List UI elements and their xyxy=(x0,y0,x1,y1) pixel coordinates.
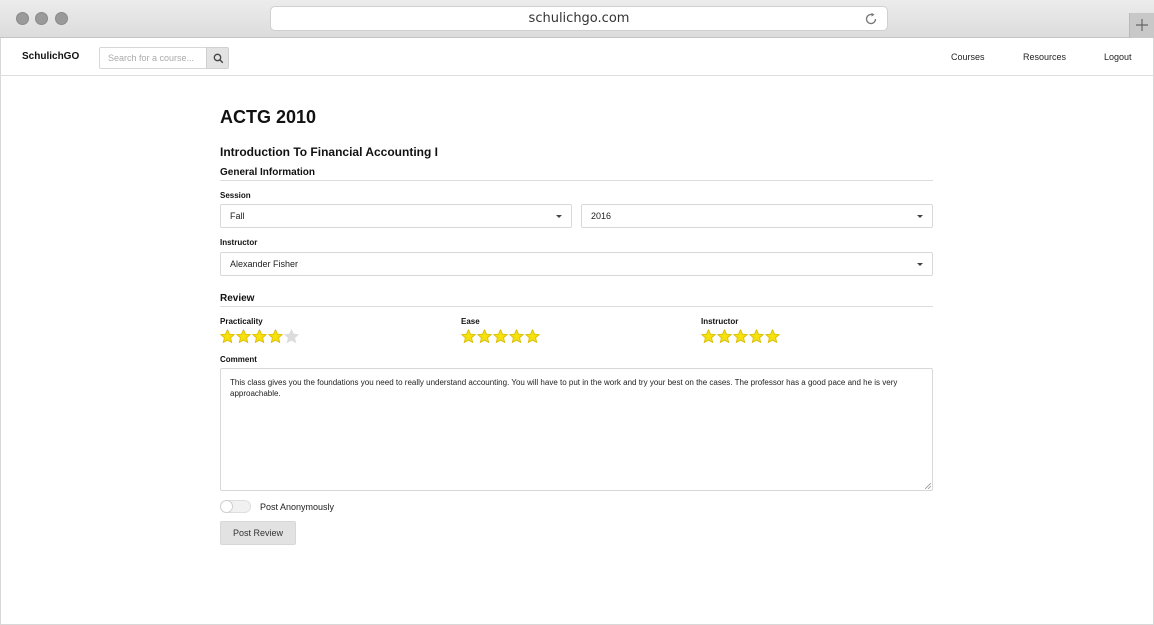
year-value: 2016 xyxy=(591,211,612,221)
rating-label-ease: Ease xyxy=(461,317,480,326)
star-filled-icon[interactable] xyxy=(236,329,251,344)
rating-label-instructor: Instructor xyxy=(701,317,739,326)
search-button[interactable] xyxy=(206,47,229,69)
maximize-window-button[interactable] xyxy=(55,12,68,25)
brand-logo[interactable]: SchulichGO xyxy=(22,51,79,62)
star-filled-icon[interactable] xyxy=(461,329,476,344)
instructor-select[interactable]: Alexander Fisher xyxy=(220,252,933,276)
rating-stars-practicality[interactable] xyxy=(220,329,299,344)
new-tab-button[interactable] xyxy=(1129,13,1154,38)
address-bar[interactable]: schulichgo.com xyxy=(270,6,888,31)
reload-icon[interactable] xyxy=(863,11,879,27)
comment-text: This class gives you the foundations you… xyxy=(230,378,898,398)
session-label: Session xyxy=(220,191,251,200)
rating-stars-ease[interactable] xyxy=(461,329,540,344)
anonymous-label: Post Anonymously xyxy=(260,502,335,512)
course-name: Introduction To Financial Accounting I xyxy=(220,145,438,159)
star-empty-icon[interactable] xyxy=(284,329,299,344)
instructor-label: Instructor xyxy=(220,238,258,247)
rating-stars-instructor[interactable] xyxy=(701,329,780,344)
star-filled-icon[interactable] xyxy=(509,329,524,344)
search-icon xyxy=(213,53,224,64)
chevron-down-icon xyxy=(917,263,923,266)
chevron-down-icon xyxy=(917,215,923,218)
star-filled-icon[interactable] xyxy=(765,329,780,344)
search-input[interactable] xyxy=(99,47,207,69)
star-filled-icon[interactable] xyxy=(749,329,764,344)
star-filled-icon[interactable] xyxy=(268,329,283,344)
term-value: Fall xyxy=(230,211,245,221)
star-filled-icon[interactable] xyxy=(477,329,492,344)
page-frame xyxy=(0,38,1154,625)
minimize-window-button[interactable] xyxy=(35,12,48,25)
close-window-button[interactable] xyxy=(16,12,29,25)
plus-icon xyxy=(1136,19,1148,31)
instructor-value: Alexander Fisher xyxy=(230,259,299,269)
browser-toolbar: schulichgo.com xyxy=(0,0,1154,38)
term-select[interactable]: Fall xyxy=(220,204,572,228)
nav-courses-link[interactable]: Courses xyxy=(951,52,985,62)
nav-resources-link[interactable]: Resources xyxy=(1023,52,1066,62)
section-divider xyxy=(220,306,933,307)
rating-label-practicality: Practicality xyxy=(220,317,263,326)
toggle-knob xyxy=(220,500,233,513)
star-filled-icon[interactable] xyxy=(733,329,748,344)
general-info-heading: General Information xyxy=(220,167,316,178)
review-heading: Review xyxy=(220,293,255,304)
comment-label: Comment xyxy=(220,355,257,364)
chevron-down-icon xyxy=(556,215,562,218)
resize-grip-icon[interactable] xyxy=(925,483,931,489)
star-filled-icon[interactable] xyxy=(493,329,508,344)
section-divider xyxy=(220,180,933,181)
course-code: ACTG 2010 xyxy=(220,107,317,127)
comment-textarea[interactable]: This class gives you the foundations you… xyxy=(220,368,933,491)
anonymous-toggle[interactable] xyxy=(220,500,251,513)
nav-logout-link[interactable]: Logout xyxy=(1104,52,1132,62)
star-filled-icon[interactable] xyxy=(220,329,235,344)
year-select[interactable]: 2016 xyxy=(581,204,933,228)
course-search xyxy=(99,47,230,69)
star-filled-icon[interactable] xyxy=(701,329,716,344)
url-text: schulichgo.com xyxy=(528,11,630,26)
star-filled-icon[interactable] xyxy=(525,329,540,344)
star-filled-icon[interactable] xyxy=(252,329,267,344)
post-review-button[interactable]: Post Review xyxy=(220,521,296,545)
star-filled-icon[interactable] xyxy=(717,329,732,344)
